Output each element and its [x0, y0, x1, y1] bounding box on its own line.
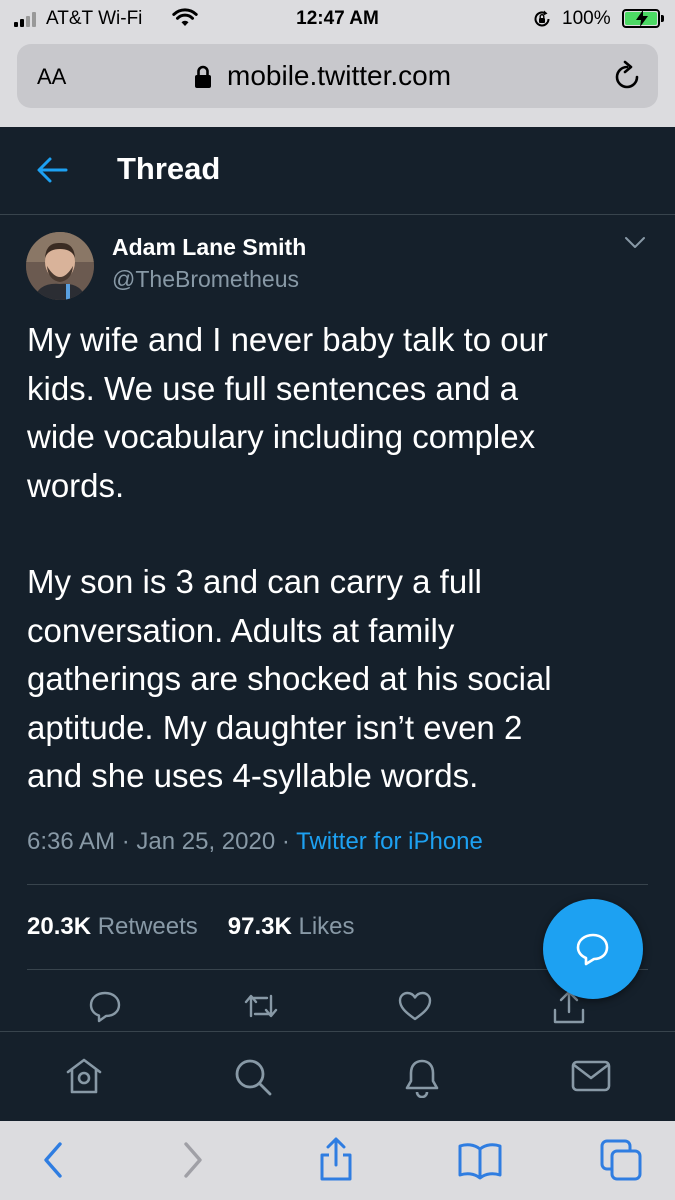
- status-bar: AT&T Wi-Fi 12:47 AM 100%: [0, 0, 675, 38]
- url-bar[interactable]: AA mobile.twitter.com: [17, 44, 658, 108]
- tweet-meta: 6:36 AM · Jan 25, 2020 · Twitter for iPh…: [27, 828, 483, 856]
- share-icon[interactable]: [316, 1135, 356, 1188]
- author-name[interactable]: Adam Lane Smith: [112, 234, 306, 261]
- battery-icon: [622, 9, 664, 28]
- reload-icon[interactable]: [612, 60, 642, 97]
- battery-percent: 100%: [562, 8, 611, 29]
- reply-icon[interactable]: [87, 988, 123, 1029]
- tweet-stats: 20.3K Retweets 97.3K Likes: [27, 913, 355, 941]
- likes-stat[interactable]: 97.3K Likes: [228, 913, 355, 940]
- tweet-date: Jan 25, 2020: [136, 828, 276, 855]
- tabs-icon[interactable]: [598, 1137, 644, 1188]
- likes-count: 97.3K: [227, 913, 292, 940]
- retweets-label: Retweets: [97, 913, 198, 940]
- reply-bubble-icon: [576, 933, 609, 966]
- safari-toolbar: [0, 1121, 675, 1200]
- chevron-down-icon[interactable]: [624, 236, 646, 255]
- thread-header: Thread: [0, 127, 675, 215]
- tweet-paragraph: My son is 3 and can carry a full convers…: [27, 563, 552, 794]
- bottom-nav: [0, 1031, 675, 1121]
- avatar[interactable]: [26, 232, 94, 300]
- back-arrow-icon[interactable]: [36, 155, 68, 190]
- notifications-icon[interactable]: [401, 1056, 443, 1103]
- tweet-paragraph: My wife and I never baby talk to our kid…: [27, 321, 548, 504]
- search-icon[interactable]: [232, 1056, 274, 1103]
- bookmarks-icon[interactable]: [456, 1139, 504, 1186]
- page-title: Thread: [117, 151, 221, 186]
- like-icon[interactable]: [397, 988, 433, 1029]
- tweet-client-link[interactable]: Twitter for iPhone: [296, 828, 483, 855]
- lock-icon: [192, 64, 214, 95]
- tweet-time: 6:36 AM: [27, 828, 116, 855]
- retweet-icon[interactable]: [242, 988, 280, 1029]
- text-size-button[interactable]: AA: [37, 64, 66, 90]
- back-icon[interactable]: [38, 1139, 68, 1186]
- home-icon[interactable]: [63, 1056, 105, 1101]
- divider: [27, 884, 648, 885]
- orientation-lock-icon: [532, 9, 552, 35]
- meta-separator: ·: [121, 828, 130, 855]
- text-size-label: AA: [37, 64, 67, 89]
- ios-top-area: AT&T Wi-Fi 12:47 AM 100% AA mobile.twitt…: [0, 0, 675, 127]
- retweets-count: 20.3K: [27, 913, 92, 940]
- messages-icon[interactable]: [570, 1056, 612, 1101]
- compose-reply-button[interactable]: [543, 899, 643, 999]
- url-domain[interactable]: mobile.twitter.com: [227, 60, 451, 92]
- author-handle[interactable]: @TheBrometheus: [112, 266, 299, 293]
- forward-icon[interactable]: [178, 1139, 208, 1186]
- meta-separator: ·: [281, 828, 290, 855]
- likes-label: Likes: [298, 913, 355, 940]
- retweets-stat[interactable]: 20.3K Retweets: [27, 913, 198, 940]
- tweet-text: My wife and I never baby talk to our kid…: [27, 316, 657, 801]
